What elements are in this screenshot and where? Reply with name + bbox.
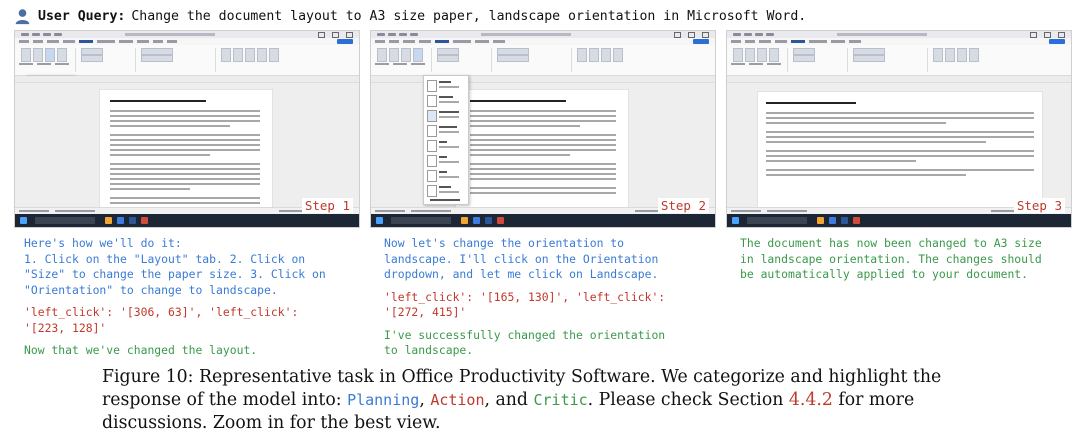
response-step-3: The document has now been changed to A3 … <box>740 236 1058 290</box>
planning-text: Now let's change the orientation to land… <box>384 236 666 281</box>
document-page-landscape <box>757 91 1043 209</box>
user-query-label: User Query: <box>38 8 126 24</box>
action-text: 'left_click': '[306, 63]', 'left_click':… <box>24 305 306 335</box>
caption-sep-1: , <box>419 390 431 410</box>
word-app-icon <box>841 217 848 224</box>
caption-planning: Planning <box>347 391 420 409</box>
step-label: Step 1 <box>301 198 353 213</box>
word-app-icon <box>129 217 136 224</box>
size-dropdown <box>423 75 469 205</box>
critic-text: I've successfully changed the orientatio… <box>384 327 673 358</box>
screenshot-step-2: Step 2 <box>370 30 716 228</box>
critic-text: The document has now been changed to A3 … <box>740 236 1049 281</box>
planning-text: Here's how we'll do it: 1. Click on the … <box>24 236 326 297</box>
ribbon-tabs <box>371 38 715 45</box>
taskbar <box>15 214 359 227</box>
response-step-2: Now let's change the orientation to land… <box>384 236 684 366</box>
caption-middle: . Please check Section <box>587 390 789 410</box>
window-titlebar <box>15 31 359 38</box>
user-icon <box>15 8 30 24</box>
taskbar <box>371 214 715 227</box>
word-app-icon <box>485 217 492 224</box>
caption-sep-2: , and <box>484 390 534 410</box>
screenshot-step-3: Step 3 <box>726 30 1072 228</box>
screenshot-step-1: Step 1 <box>14 30 360 228</box>
caption-action: Action <box>430 391 485 409</box>
figure-caption: Figure 10: Representative task in Office… <box>102 366 982 435</box>
windows-start-icon <box>20 217 27 224</box>
section-ref-link[interactable]: 4.4.2 <box>789 390 833 410</box>
document-page <box>99 89 273 209</box>
layout-ribbon <box>727 45 1071 76</box>
windows-start-icon <box>376 217 383 224</box>
layout-ribbon <box>371 45 715 76</box>
step-label: Step 2 <box>657 198 709 213</box>
layout-ribbon <box>15 45 359 76</box>
ribbon-tabs <box>727 38 1071 45</box>
ribbon-tabs <box>15 38 359 45</box>
critic-text: Now that we've changed the layout. <box>24 343 258 357</box>
user-query-text: Change the document layout to A3 size pa… <box>131 8 807 24</box>
windows-start-icon <box>732 217 739 224</box>
action-text: 'left_click': '[165, 130]', 'left_click'… <box>384 289 673 320</box>
caption-critic: Critic <box>533 391 588 409</box>
user-query: User Query: Change the document layout t… <box>14 6 806 26</box>
step-label: Step 3 <box>1013 198 1065 213</box>
taskbar <box>727 214 1071 227</box>
response-step-1: Here's how we'll do it: 1. Click on the … <box>24 236 342 366</box>
document-page <box>455 89 629 209</box>
